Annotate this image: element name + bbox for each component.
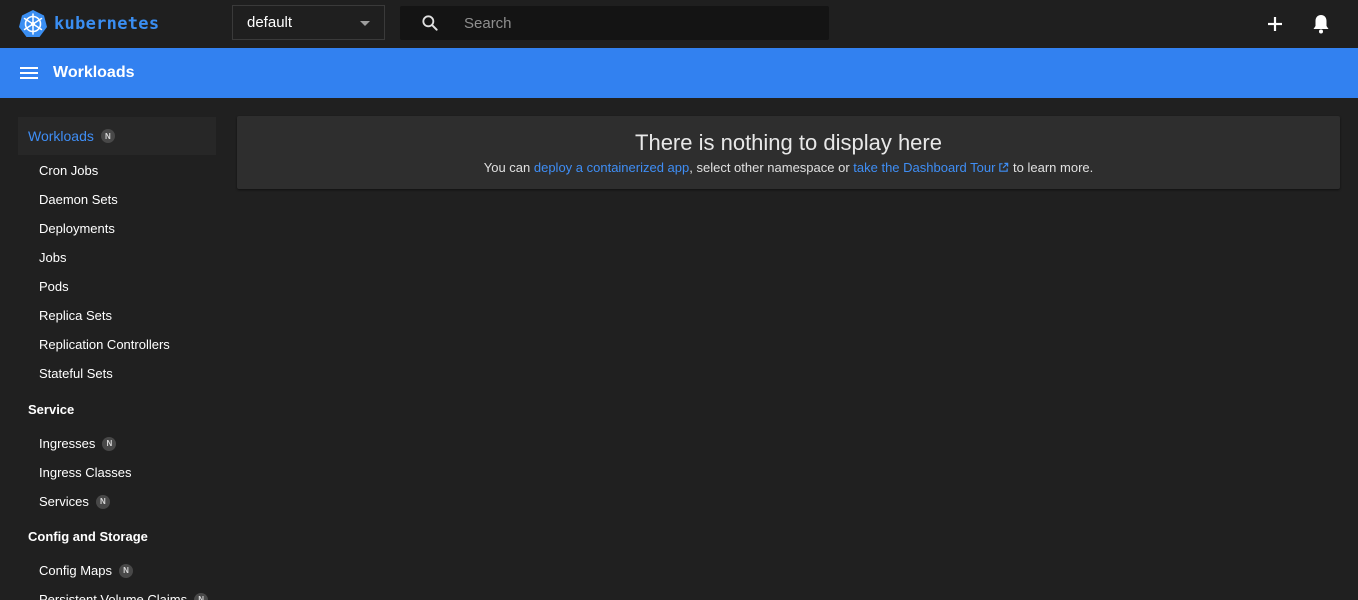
sidebar-item-label: Workloads bbox=[28, 128, 94, 144]
message-suffix: to learn more. bbox=[1009, 160, 1094, 175]
sidebar-item-label: Ingresses bbox=[39, 436, 96, 451]
sidebar-item-label: Jobs bbox=[39, 250, 67, 265]
namespace-select[interactable]: default bbox=[232, 5, 385, 40]
sidebar-item-label: Replication Controllers bbox=[39, 337, 170, 352]
empty-state-message: You can deploy a containerized app, sele… bbox=[237, 160, 1340, 175]
plus-icon[interactable] bbox=[1263, 12, 1287, 36]
sidebar-item-cron-jobs[interactable]: Cron Jobs bbox=[39, 163, 98, 178]
search-input[interactable] bbox=[464, 6, 819, 40]
top-bar: kubernetes default bbox=[0, 0, 1358, 48]
sidebar-item-label: Pods bbox=[39, 279, 69, 294]
deploy-app-link[interactable]: deploy a containerized app bbox=[534, 160, 689, 175]
sidebar-item-label: Deployments bbox=[39, 221, 115, 236]
message-prefix: You can bbox=[483, 160, 534, 175]
search-icon bbox=[422, 15, 438, 31]
dashboard-tour-link[interactable]: take the Dashboard Tour bbox=[853, 160, 1009, 175]
new-badge: N bbox=[118, 563, 133, 578]
sidebar-item-replication-controllers[interactable]: Replication Controllers bbox=[39, 337, 170, 352]
page-toolbar: Workloads bbox=[0, 48, 1358, 98]
sidebar-item-label: Persistent Volume Claims bbox=[39, 592, 188, 600]
sidebar-item-label: Stateful Sets bbox=[39, 366, 113, 381]
kubernetes-logo[interactable]: kubernetes bbox=[18, 8, 159, 40]
namespace-value: default bbox=[247, 14, 293, 31]
sidebar-item-label: Daemon Sets bbox=[39, 192, 118, 207]
sidebar-item-label: Ingress Classes bbox=[39, 465, 132, 480]
sidebar-item-replica-sets[interactable]: Replica Sets bbox=[39, 308, 112, 323]
sidebar-item-ingress-classes[interactable]: Ingress Classes bbox=[39, 465, 131, 480]
app-name: kubernetes bbox=[54, 14, 160, 34]
sidebar-item-label: Replica Sets bbox=[39, 308, 112, 323]
new-badge: N bbox=[95, 494, 110, 509]
sidebar-item-jobs[interactable]: Jobs bbox=[39, 250, 66, 265]
page-title: Workloads bbox=[53, 64, 135, 81]
hamburger-menu-icon[interactable] bbox=[18, 61, 40, 85]
external-link-icon bbox=[999, 162, 1009, 172]
search-bar[interactable] bbox=[400, 6, 829, 40]
empty-state-card: There is nothing to display here You can… bbox=[237, 116, 1340, 189]
message-middle: , select other namespace or bbox=[689, 160, 854, 175]
dashboard-tour-label: take the Dashboard Tour bbox=[853, 160, 996, 175]
new-badge: N bbox=[194, 592, 209, 600]
sidebar-item-label: Services bbox=[39, 494, 89, 509]
new-badge: N bbox=[100, 129, 115, 143]
sidebar-item-deployments[interactable]: Deployments bbox=[39, 221, 115, 236]
section-label: Service bbox=[28, 402, 75, 417]
sidebar-section-config-storage[interactable]: Config and Storage bbox=[28, 529, 148, 544]
sidebar-nav: Workloads N Cron Jobs Daemon Sets Deploy… bbox=[0, 98, 228, 600]
sidebar-section-service[interactable]: Service bbox=[28, 402, 74, 417]
sidebar-item-stateful-sets[interactable]: Stateful Sets bbox=[39, 366, 113, 381]
caret-down-icon bbox=[360, 21, 370, 26]
sidebar-item-pods[interactable]: Pods bbox=[39, 279, 69, 294]
sidebar-item-services[interactable]: Services N bbox=[39, 494, 110, 509]
sidebar-item-daemon-sets[interactable]: Daemon Sets bbox=[39, 192, 118, 207]
sidebar-item-persistent-volume-claims[interactable]: Persistent Volume Claims N bbox=[39, 592, 209, 600]
sidebar-item-workloads[interactable]: Workloads N bbox=[18, 117, 216, 155]
sidebar-item-label: Config Maps bbox=[39, 563, 112, 578]
section-label: Config and Storage bbox=[28, 529, 148, 544]
bell-icon[interactable] bbox=[1309, 12, 1333, 36]
sidebar-item-label: Cron Jobs bbox=[39, 163, 99, 178]
empty-state-title: There is nothing to display here bbox=[635, 130, 942, 155]
sidebar-item-config-maps[interactable]: Config Maps N bbox=[39, 563, 133, 578]
new-badge: N bbox=[102, 436, 117, 451]
sidebar-item-ingresses[interactable]: Ingresses N bbox=[39, 436, 117, 451]
kubernetes-helm-icon bbox=[19, 10, 47, 37]
